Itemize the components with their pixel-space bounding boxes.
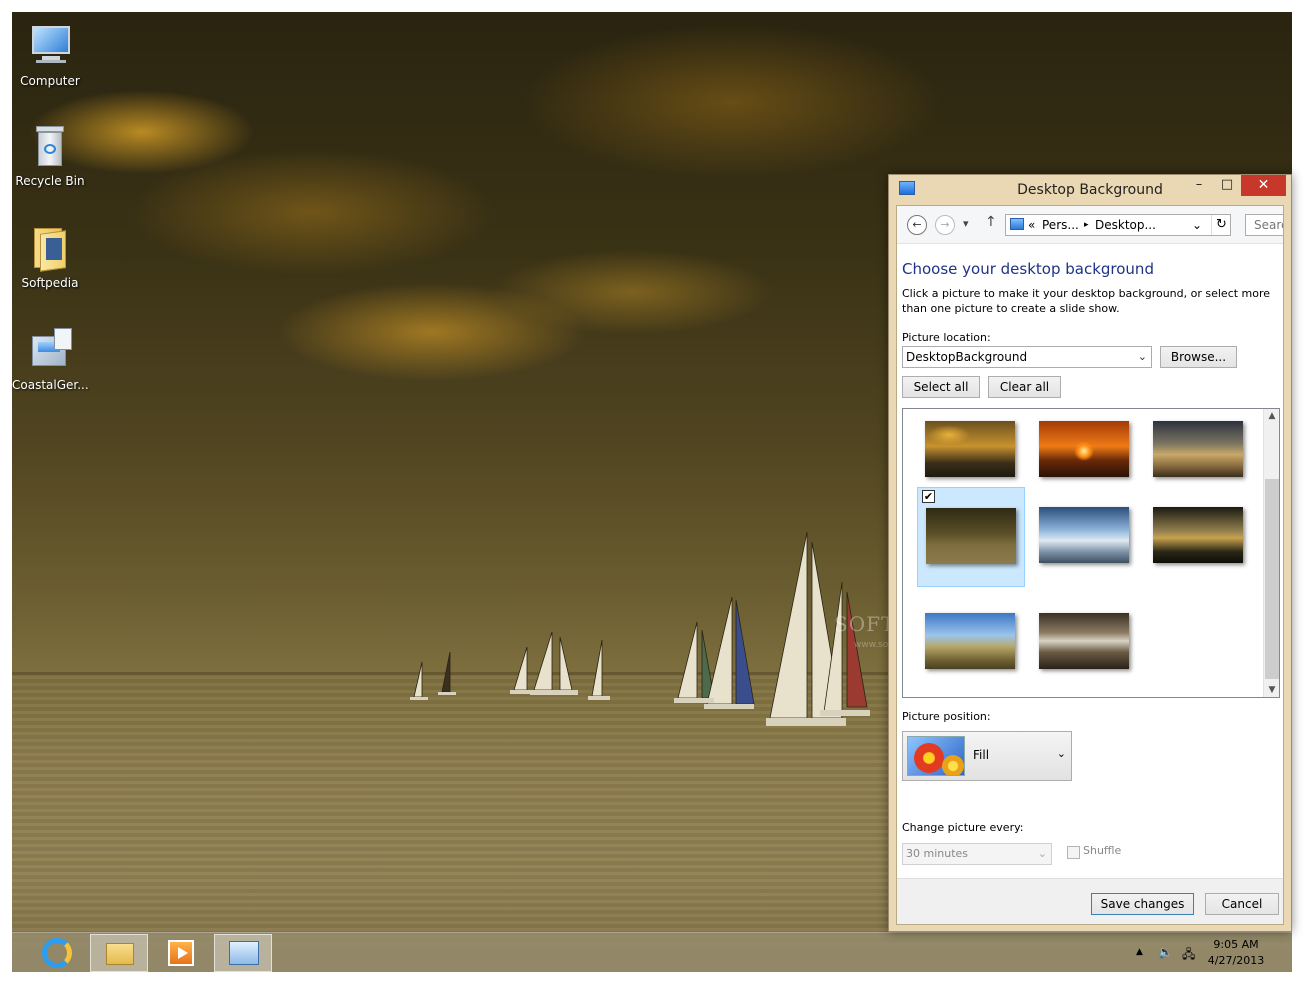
fill-preview-icon [907,736,965,776]
thumbnail-tile-frozen-coast[interactable] [1031,487,1139,587]
internet-explorer-icon [42,938,72,968]
chevron-down-icon: ⌄ [1056,747,1066,760]
address-dropdown-button[interactable]: ⌄ [1192,215,1202,235]
shuffle-checkbox[interactable] [1067,846,1080,859]
control-panel-icon [1010,218,1024,230]
system-clock[interactable]: 9:05 AM 4/27/2013 [1204,937,1268,969]
scroll-up-icon[interactable]: ▲ [1266,411,1278,421]
change-picture-label: Change picture every: [902,821,1024,834]
gallery-scrollbar[interactable]: ▲ ▼ [1263,409,1279,697]
network-icon[interactable]: 🖧 [1182,945,1195,966]
forward-button[interactable]: → [935,215,955,235]
folder-icon [26,224,74,272]
shuffle-label: Shuffle [1083,844,1122,857]
clock-time: 9:05 AM [1213,938,1259,951]
thumbnail-tile-river-reflection[interactable] [1031,593,1139,693]
chevron-down-icon: ⌄ [1037,847,1047,860]
desktop-icon-coastalger[interactable]: CoastalGer... [12,326,89,392]
desktop-icon-label: Recycle Bin [15,174,85,188]
browse-button[interactable]: Browse... [1160,346,1237,368]
picture-position-value: Fill [973,748,990,762]
page-description: Click a picture to make it your desktop … [902,287,1271,315]
desktop-icon-label: Computer [20,74,80,88]
sailboats-wallpaper [410,531,870,726]
thumbnail-image [1153,421,1243,477]
cancel-button[interactable]: Cancel [1205,893,1279,915]
chevron-down-icon: ⌄ [1137,350,1147,363]
taskbar-internet-explorer[interactable] [28,934,86,972]
thumbnail-image [1039,507,1129,563]
desktop-icon-recycle-bin[interactable]: Recycle Bin [12,122,88,188]
picture-location-label: Picture location: [902,331,991,344]
show-hidden-icons[interactable]: ▲ [1136,947,1143,957]
recent-locations-button[interactable]: ▾ [963,217,969,230]
picture-position-label: Picture position: [902,710,991,723]
title-bar[interactable]: Desktop Background – □ ✕ [889,175,1291,205]
thumbnail-checkbox[interactable]: ✔ [922,490,935,503]
desktop-icon-computer[interactable]: Computer [12,22,88,88]
minimize-button[interactable]: – [1186,175,1212,196]
change-interval-select[interactable]: 30 minutes ⌄ [902,843,1052,865]
thumbnail-tile-lighthouse-field[interactable] [917,593,1025,693]
taskbar: ▲ 🔈 🖧 9:05 AM 4/27/2013 [12,932,1292,972]
close-button[interactable]: ✕ [1241,175,1286,196]
select-all-button[interactable]: Select all [902,376,980,398]
control-panel-icon [229,941,259,965]
desktop-icon-label: CoastalGer... [12,378,89,392]
up-button[interactable]: ↑ [985,214,997,230]
search-input[interactable]: Search [1245,214,1283,236]
clear-all-button[interactable]: Clear all [988,376,1061,398]
page-title: Choose your desktop background [902,260,1154,278]
picture-position-select[interactable]: Fill ⌄ [902,731,1072,781]
thumbnail-image [1039,421,1129,477]
recycle-bin-icon [26,122,74,170]
computer-icon [26,22,74,70]
breadcrumb-desktop-background[interactable]: Desktop... [1095,215,1156,235]
thumbnail-image [925,421,1015,477]
desktop-background-window: Desktop Background – □ ✕ ← → ▾ ↑ « Pers.… [888,174,1292,932]
back-button[interactable]: ← [907,215,927,235]
maximize-button[interactable]: □ [1214,175,1240,196]
refresh-button[interactable]: ↻ [1211,215,1231,235]
play-icon [178,947,188,959]
thumbnail-tile-sailboats-sea[interactable]: ✔ [917,487,1025,587]
breadcrumb-personalization[interactable]: Pers... [1042,215,1079,235]
theme-pack-icon [26,326,74,374]
taskbar-control-panel[interactable] [214,934,272,972]
picture-location-select[interactable]: DesktopBackground ⌄ [902,346,1152,368]
scrollbar-thumb[interactable] [1265,479,1279,679]
navigation-bar: ← → ▾ ↑ « Pers... ▸ Desktop... ⌄ ↻ Searc… [897,206,1283,244]
dialog-footer: Save changes Cancel [897,878,1283,924]
thumbnail-image [925,613,1015,669]
clock-date: 4/27/2013 [1207,954,1265,967]
thumbnail-image [1153,507,1243,563]
change-interval-value: 30 minutes [906,847,969,860]
thumbnail-image [1039,613,1129,669]
picture-gallery: ✔ ▲ ▼ [902,408,1280,698]
thumbnail-tile-lake-reflection[interactable] [1145,487,1253,587]
desktop-icon-label: Softpedia [21,276,79,290]
picture-location-value: DesktopBackground [906,350,1028,364]
address-bar[interactable]: « Pers... ▸ Desktop... ⌄ ↻ [1005,214,1231,236]
taskbar-media-player[interactable] [152,934,210,972]
thumbnail-image [926,508,1016,564]
scroll-down-icon[interactable]: ▼ [1266,685,1278,695]
chevron-right-icon[interactable]: ▸ [1084,215,1089,235]
save-changes-button[interactable]: Save changes [1091,893,1194,915]
address-overflow[interactable]: « [1028,215,1035,235]
taskbar-file-explorer[interactable] [90,934,148,972]
volume-icon[interactable]: 🔈 [1158,945,1173,959]
folder-icon [106,943,134,965]
desktop-icon-softpedia[interactable]: Softpedia [12,224,88,290]
window-client: ← → ▾ ↑ « Pers... ▸ Desktop... ⌄ ↻ Sear c… [896,205,1284,925]
